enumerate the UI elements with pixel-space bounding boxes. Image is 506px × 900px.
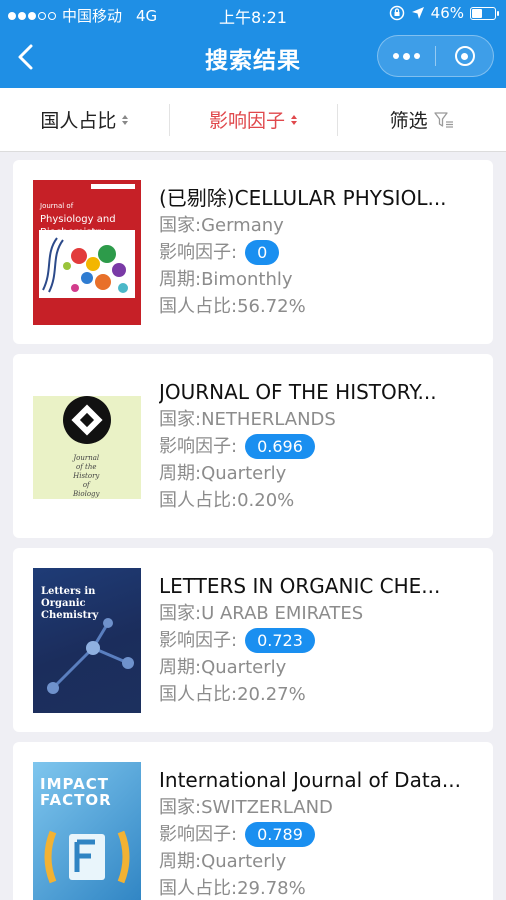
journal-title: JOURNAL OF THE HISTORY... xyxy=(159,380,437,404)
journal-cover: IMPACT FACTOR xyxy=(33,762,141,900)
ratio-value: 29.78% xyxy=(237,878,306,899)
journal-impact: 影响因子: 0.789 xyxy=(159,821,475,848)
cover-text: History xyxy=(73,472,100,480)
impact-label: 影响因子: xyxy=(159,630,238,651)
miniprogram-capsule xyxy=(377,35,494,77)
cycle-value: Quarterly xyxy=(201,463,287,484)
journal-card[interactable]: Letters in Organic Chemistry LETTERS IN … xyxy=(13,548,493,732)
journal-title: International Journal of Data... xyxy=(159,768,461,792)
cover-logo xyxy=(63,396,111,444)
journal-list: Journal of Physiology and Biochemistry xyxy=(0,152,506,900)
cover-artwork xyxy=(47,618,134,694)
cover-text: Journal xyxy=(73,454,100,462)
journal-cycle: 周期: Bimonthly xyxy=(159,266,475,293)
ratio-label: 国人占比: xyxy=(159,684,238,705)
impact-factor-badge: 0 xyxy=(245,240,280,265)
funnel-icon xyxy=(434,111,453,128)
journal-card[interactable]: Journal of Physiology and Biochemistry xyxy=(13,160,493,344)
cycle-value: Quarterly xyxy=(201,851,287,872)
country-label: 国家: xyxy=(159,215,202,236)
country-value: U ARAB EMIRATES xyxy=(201,603,364,624)
ratio-value: 0.20% xyxy=(237,490,295,511)
cycle-label: 周期: xyxy=(159,657,202,678)
country-label: 国家: xyxy=(159,603,202,624)
journal-cover: Journal of the History of Biology xyxy=(33,374,141,519)
journal-country: 国家: U ARAB EMIRATES xyxy=(159,600,475,627)
more-button[interactable] xyxy=(378,36,435,76)
journal-ratio: 国人占比: 29.78% xyxy=(159,875,475,900)
journal-title: (已剔除)CELLULAR PHYSIOL... xyxy=(159,186,447,210)
journal-cover: Journal of Physiology and Biochemistry xyxy=(33,180,141,325)
battery-icon xyxy=(470,6,499,20)
location-arrow-icon xyxy=(411,7,424,19)
filter-bar: 国人占比 影响因子 筛选 xyxy=(0,88,506,152)
close-button[interactable] xyxy=(436,36,493,76)
country-value: NETHERLANDS xyxy=(201,409,336,430)
impact-factor-badge: 0.696 xyxy=(245,434,315,459)
country-label: 国家: xyxy=(159,797,202,818)
journal-country: 国家: NETHERLANDS xyxy=(159,406,475,433)
cover-artwork xyxy=(44,830,130,884)
filter-label: 筛选 xyxy=(389,110,428,132)
impact-label: 影响因子: xyxy=(159,242,238,263)
filter-label: 国人占比 xyxy=(40,110,117,132)
cover-text: Physiology and xyxy=(40,214,116,225)
journal-cycle: 周期: Quarterly xyxy=(159,654,475,681)
impact-label: 影响因子: xyxy=(159,436,238,457)
navigation-bar: 搜索结果 xyxy=(0,28,506,88)
journal-cover: Letters in Organic Chemistry xyxy=(33,568,141,713)
cycle-label: 周期: xyxy=(159,851,202,872)
cover-text: of xyxy=(82,481,90,489)
journal-country: 国家: Germany xyxy=(159,212,475,239)
top-bar: 中国移动 4G 上午8:21 46% 搜索结果 xyxy=(0,0,506,88)
impact-factor-badge: 0.789 xyxy=(245,822,315,847)
ratio-value: 56.72% xyxy=(237,296,306,317)
cycle-label: 周期: xyxy=(159,269,202,290)
journal-card[interactable]: IMPACT FACTOR International Journal of D… xyxy=(13,742,493,900)
cover-text: Biology xyxy=(73,490,100,498)
ratio-label: 国人占比: xyxy=(159,878,238,899)
cover-text: of the xyxy=(76,463,97,471)
status-bar: 中国移动 4G 上午8:21 46% xyxy=(0,0,506,28)
country-value: SWITZERLAND xyxy=(201,797,333,818)
sort-icon xyxy=(291,114,298,125)
journal-country: 国家: SWITZERLAND xyxy=(159,794,475,821)
journal-ratio: 国人占比: 20.27% xyxy=(159,681,475,708)
journal-ratio: 国人占比: 0.20% xyxy=(159,487,475,514)
country-value: Germany xyxy=(201,215,284,236)
journal-cycle: 周期: Quarterly xyxy=(159,848,475,875)
target-circle-icon xyxy=(454,46,475,66)
country-label: 国家: xyxy=(159,409,202,430)
journal-impact: 影响因子: 0.723 xyxy=(159,627,475,654)
cover-text: Journal of xyxy=(40,202,74,210)
filter-label: 影响因子 xyxy=(209,110,286,132)
journal-ratio: 国人占比: 56.72% xyxy=(159,293,475,320)
battery-percent: 46% xyxy=(430,4,464,22)
cycle-value: Bimonthly xyxy=(201,269,293,290)
journal-cycle: 周期: Quarterly xyxy=(159,460,475,487)
filter-impact-factor[interactable]: 影响因子 xyxy=(168,88,338,151)
impact-label: 影响因子: xyxy=(159,824,238,845)
filter-chinese-ratio[interactable]: 国人占比 xyxy=(0,88,169,151)
sort-icon xyxy=(122,114,129,125)
impact-factor-badge: 0.723 xyxy=(245,628,315,653)
journal-impact: 影响因子: 0 xyxy=(159,239,475,266)
journal-card[interactable]: Journal of the History of Biology JOURNA… xyxy=(13,354,493,538)
journal-impact: 影响因子: 0.696 xyxy=(159,433,475,460)
ratio-value: 20.27% xyxy=(237,684,306,705)
cycle-value: Quarterly xyxy=(201,657,287,678)
ratio-label: 国人占比: xyxy=(159,296,238,317)
orientation-lock-icon xyxy=(389,5,404,21)
ratio-label: 国人占比: xyxy=(159,490,238,511)
filter-screen[interactable]: 筛选 xyxy=(337,88,506,151)
journal-title: LETTERS IN ORGANIC CHE... xyxy=(159,574,441,598)
cycle-label: 周期: xyxy=(159,463,202,484)
cover-artwork xyxy=(39,230,135,298)
